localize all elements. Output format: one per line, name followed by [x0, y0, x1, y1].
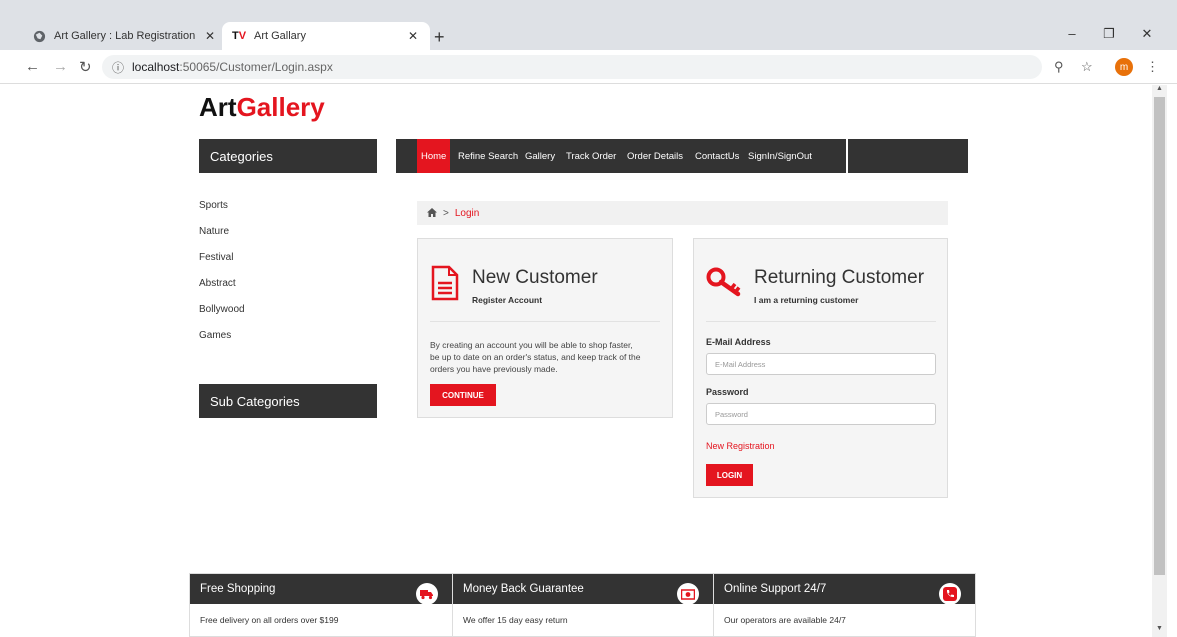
- category-item[interactable]: Abstract: [199, 278, 245, 304]
- tv-favicon-icon: TV: [231, 30, 247, 42]
- nav-contactus[interactable]: ContactUs: [695, 139, 739, 173]
- category-item[interactable]: Nature: [199, 226, 245, 252]
- scroll-thumb[interactable]: [1154, 97, 1165, 575]
- divider: [706, 321, 936, 322]
- chevron-right-icon: >: [443, 207, 449, 219]
- feature-title: Free Shopping: [190, 574, 452, 604]
- category-item[interactable]: Festival: [199, 252, 245, 278]
- nav-home[interactable]: Home: [417, 139, 451, 173]
- description-line: orders you have previously made.: [430, 364, 558, 374]
- password-label: Password: [706, 387, 749, 397]
- email-label: E-Mail Address: [706, 337, 771, 347]
- profile-avatar[interactable]: m: [1115, 58, 1133, 76]
- site-logo[interactable]: ArtGallery: [199, 92, 325, 123]
- feature-text: We offer 15 day easy return: [463, 615, 568, 625]
- divider: [430, 321, 660, 322]
- breadcrumb-current[interactable]: Login: [455, 208, 479, 219]
- category-item[interactable]: Bollywood: [199, 304, 245, 330]
- forward-arrow-icon[interactable]: →: [53, 58, 68, 75]
- new-customer-description: By creating an account you will be able …: [430, 339, 670, 375]
- url-host: localhost: [132, 60, 180, 74]
- browser-tab-art-gallary[interactable]: TV Art Gallary ✕: [222, 22, 430, 50]
- description-line: By creating an account you will be able …: [430, 340, 633, 350]
- logo-part1: Art: [199, 92, 237, 122]
- nav-refine-search[interactable]: Refine Search: [458, 139, 518, 173]
- feature-free-shopping: Free Shopping Free delivery on all order…: [189, 573, 453, 637]
- zoom-icon[interactable]: ⚲: [1054, 59, 1064, 75]
- back-arrow-icon[interactable]: ←: [25, 58, 40, 75]
- nav-gallery[interactable]: Gallery: [525, 139, 555, 173]
- subcategories-title: Sub Categories: [210, 393, 300, 409]
- feature-text: Our operators are available 24/7: [724, 615, 846, 625]
- restore-icon[interactable]: ❐: [1099, 26, 1119, 42]
- new-customer-subtitle: Register Account: [472, 295, 543, 305]
- categories-list: Sports Nature Festival Abstract Bollywoo…: [199, 200, 245, 356]
- home-icon[interactable]: [427, 207, 437, 219]
- category-item[interactable]: Sports: [199, 200, 245, 226]
- category-item[interactable]: Games: [199, 330, 245, 356]
- categories-header: Categories: [199, 139, 377, 173]
- nav-track-order[interactable]: Track Order: [566, 139, 616, 173]
- feature-online-support: Online Support 24/7 Our operators are av…: [713, 573, 976, 637]
- url-field[interactable]: ⓘ localhost:50065/Customer/Login.aspx: [102, 55, 1042, 79]
- document-icon: [430, 265, 460, 304]
- subcategories-header: Sub Categories: [199, 384, 377, 418]
- scroll-down-icon[interactable]: ▼: [1152, 625, 1167, 637]
- window-close-icon[interactable]: ✕: [1137, 26, 1157, 42]
- key-icon: [706, 265, 744, 300]
- close-icon[interactable]: ✕: [406, 29, 420, 43]
- info-icon[interactable]: ⓘ: [112, 59, 124, 76]
- minimize-icon[interactable]: –: [1062, 26, 1082, 41]
- tab-title: Art Gallary: [254, 30, 306, 42]
- truck-icon: [416, 583, 438, 605]
- money-icon: [677, 583, 699, 605]
- nav-order-details[interactable]: Order Details: [627, 139, 683, 173]
- categories-title: Categories: [210, 148, 273, 164]
- globe-icon: [32, 29, 46, 43]
- url-path: :50065/Customer/Login.aspx: [179, 60, 333, 74]
- email-field[interactable]: [706, 353, 936, 375]
- logo-part2: Gallery: [236, 92, 325, 122]
- feature-title: Money Back Guarantee: [453, 574, 713, 604]
- address-bar: ← → ↻ ⓘ localhost:50065/Customer/Login.a…: [0, 50, 1177, 84]
- feature-title: Online Support 24/7: [714, 574, 975, 604]
- page-scrollbar[interactable]: ▲ ▼: [1152, 85, 1167, 637]
- scroll-up-icon[interactable]: ▲: [1152, 85, 1167, 97]
- login-button[interactable]: LOGIN: [706, 464, 753, 486]
- password-field[interactable]: [706, 403, 936, 425]
- new-customer-title: New Customer: [472, 267, 598, 288]
- close-icon[interactable]: ✕: [203, 29, 217, 43]
- reload-icon[interactable]: ↻: [79, 58, 92, 76]
- tab-title: Art Gallery : Lab Registration: [54, 30, 196, 42]
- returning-customer-panel: Returning Customer I am a returning cust…: [693, 238, 948, 498]
- nav-divider: [846, 139, 848, 173]
- new-customer-panel: New Customer Register Account By creatin…: [417, 238, 673, 418]
- returning-customer-subtitle: I am a returning customer: [754, 295, 859, 305]
- new-registration-link[interactable]: New Registration: [706, 441, 775, 451]
- browser-tab-lab-registration[interactable]: Art Gallery : Lab Registration ✕: [22, 22, 227, 50]
- continue-button[interactable]: CONTINUE: [430, 384, 496, 406]
- browser-tab-bar: Art Gallery : Lab Registration ✕ TV Art …: [0, 0, 1177, 50]
- returning-customer-title: Returning Customer: [754, 267, 925, 288]
- breadcrumb: > Login: [417, 201, 948, 225]
- bookmark-star-icon[interactable]: ☆: [1081, 59, 1093, 75]
- main-navbar: Home Refine Search Gallery Track Order O…: [396, 139, 968, 173]
- feature-money-back: Money Back Guarantee We offer 15 day eas…: [452, 573, 714, 637]
- nav-signin-signout[interactable]: SignIn/SignOut: [748, 139, 812, 173]
- description-line: be up to date on an order's status, and …: [430, 352, 641, 362]
- new-tab-button[interactable]: +: [434, 27, 445, 48]
- feature-text: Free delivery on all orders over $199: [200, 615, 339, 625]
- phone-icon: [939, 583, 961, 605]
- menu-dots-icon[interactable]: ⋮: [1146, 59, 1159, 75]
